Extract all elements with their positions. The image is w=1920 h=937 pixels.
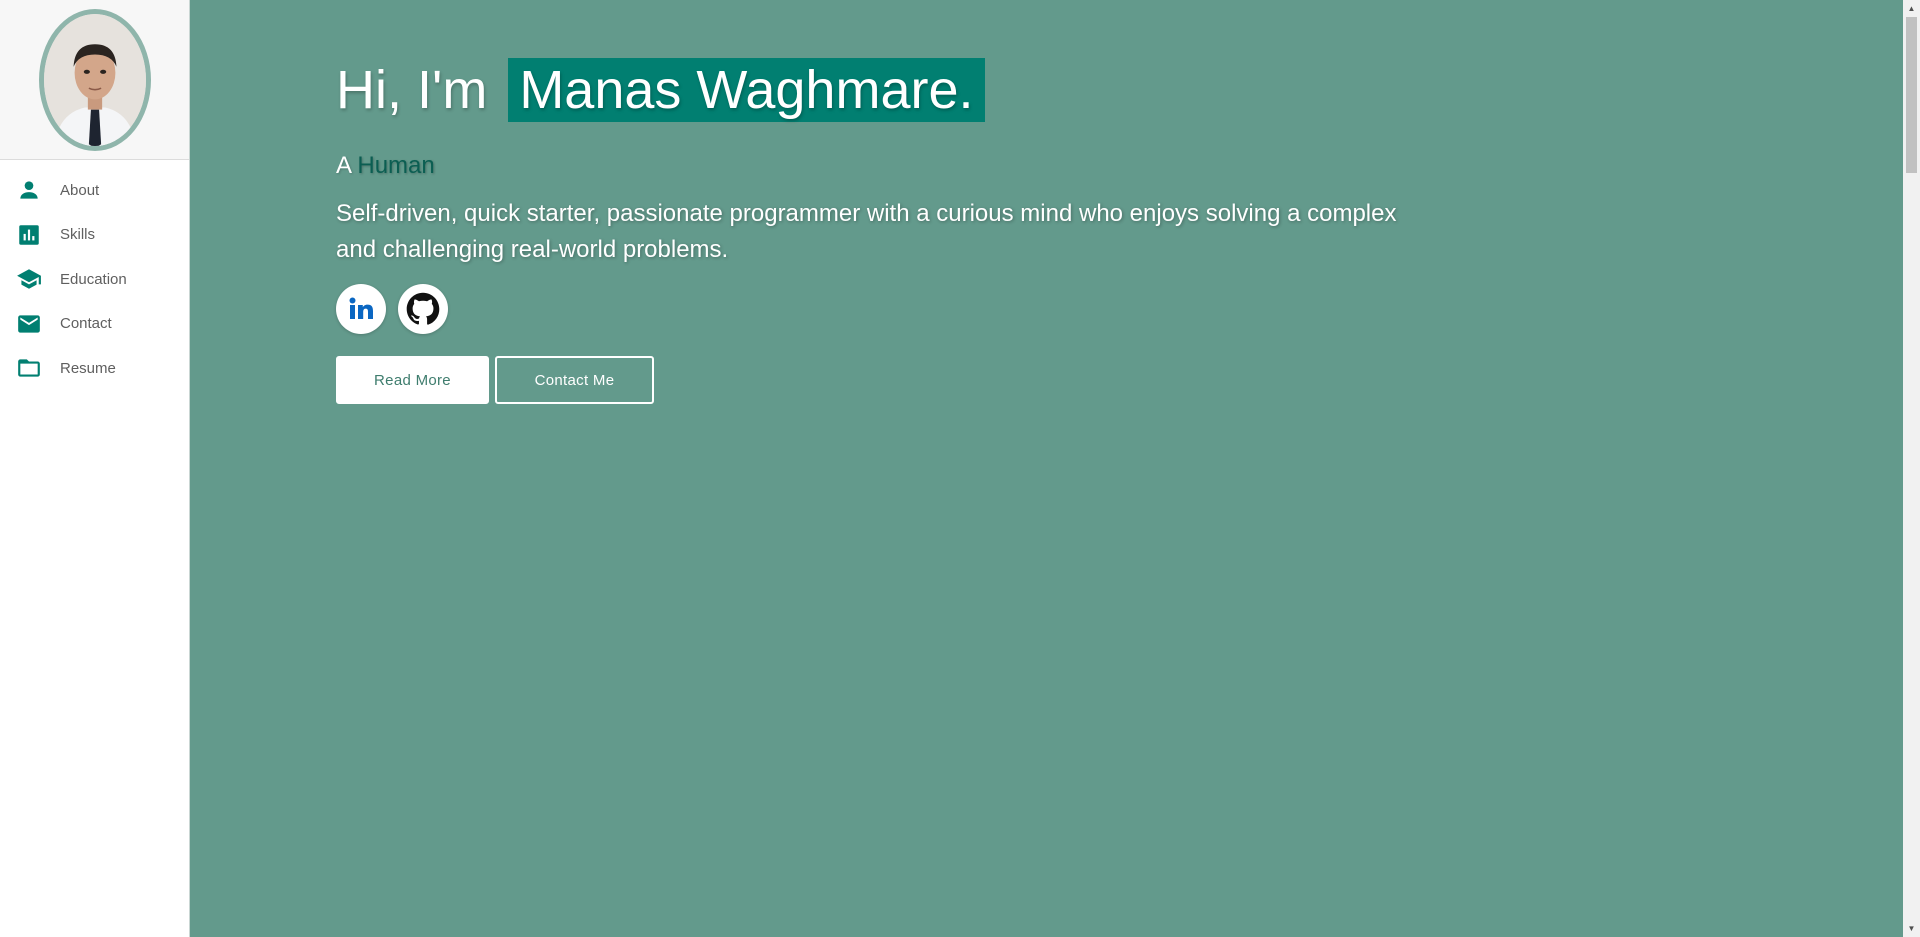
role-word: Human <box>357 152 435 179</box>
sidebar-item-contact[interactable]: Contact <box>0 302 189 347</box>
bio-text: Self-driven, quick starter, passionate p… <box>336 200 1397 263</box>
contact-me-button[interactable]: Contact Me <box>495 356 654 404</box>
page-scrollbar[interactable]: ▲ ▼ <box>1903 0 1920 937</box>
sidebar-item-skills[interactable]: Skills <box>0 213 189 258</box>
sidebar-item-education[interactable]: Education <box>0 257 189 302</box>
social-links <box>336 284 1436 334</box>
hero-section: Hi, I'm Manas Waghmare. A Human Self-dri… <box>191 0 1903 937</box>
mail-icon <box>16 311 42 337</box>
github-icon <box>406 292 440 325</box>
bar-chart-icon <box>16 222 42 248</box>
hero-actions: Read More Contact Me <box>336 356 1436 404</box>
scroll-down-arrow-icon[interactable]: ▼ <box>1903 920 1920 937</box>
sidebar-nav: About Skills Education Contact Resume <box>0 160 189 391</box>
sidebar-item-label: Education <box>60 270 127 288</box>
sidebar-item-label: Contact <box>60 315 112 333</box>
scroll-up-arrow-icon[interactable]: ▲ <box>1903 0 1920 17</box>
role-prefix: A <box>336 152 351 179</box>
name-highlight: Manas Waghmare. <box>508 58 985 122</box>
sidebar-item-label: About <box>60 181 100 199</box>
hero-content: Hi, I'm Manas Waghmare. A Human Self-dri… <box>336 58 1436 404</box>
sidebar-item-about[interactable]: About <box>0 168 189 213</box>
linkedin-link[interactable] <box>336 284 386 334</box>
sidebar-item-resume[interactable]: Resume <box>0 346 189 391</box>
avatar[interactable] <box>38 8 151 151</box>
linkedin-icon <box>349 297 373 319</box>
sidebar-item-label: Resume <box>60 359 116 377</box>
person-icon <box>16 177 42 203</box>
graduation-cap-icon <box>16 266 42 292</box>
sidebar: About Skills Education Contact Resume <box>0 0 190 937</box>
role-line: A Human <box>336 152 1436 180</box>
folder-icon <box>16 355 42 381</box>
read-more-button[interactable]: Read More <box>336 356 489 404</box>
greeting-prefix: Hi, I'm <box>336 60 488 120</box>
page-title: Hi, I'm Manas Waghmare. <box>336 58 1436 122</box>
avatar-container <box>0 0 189 160</box>
sidebar-item-label: Skills <box>60 226 96 244</box>
github-link[interactable] <box>398 284 448 334</box>
scroll-thumb[interactable] <box>1906 17 1917 173</box>
